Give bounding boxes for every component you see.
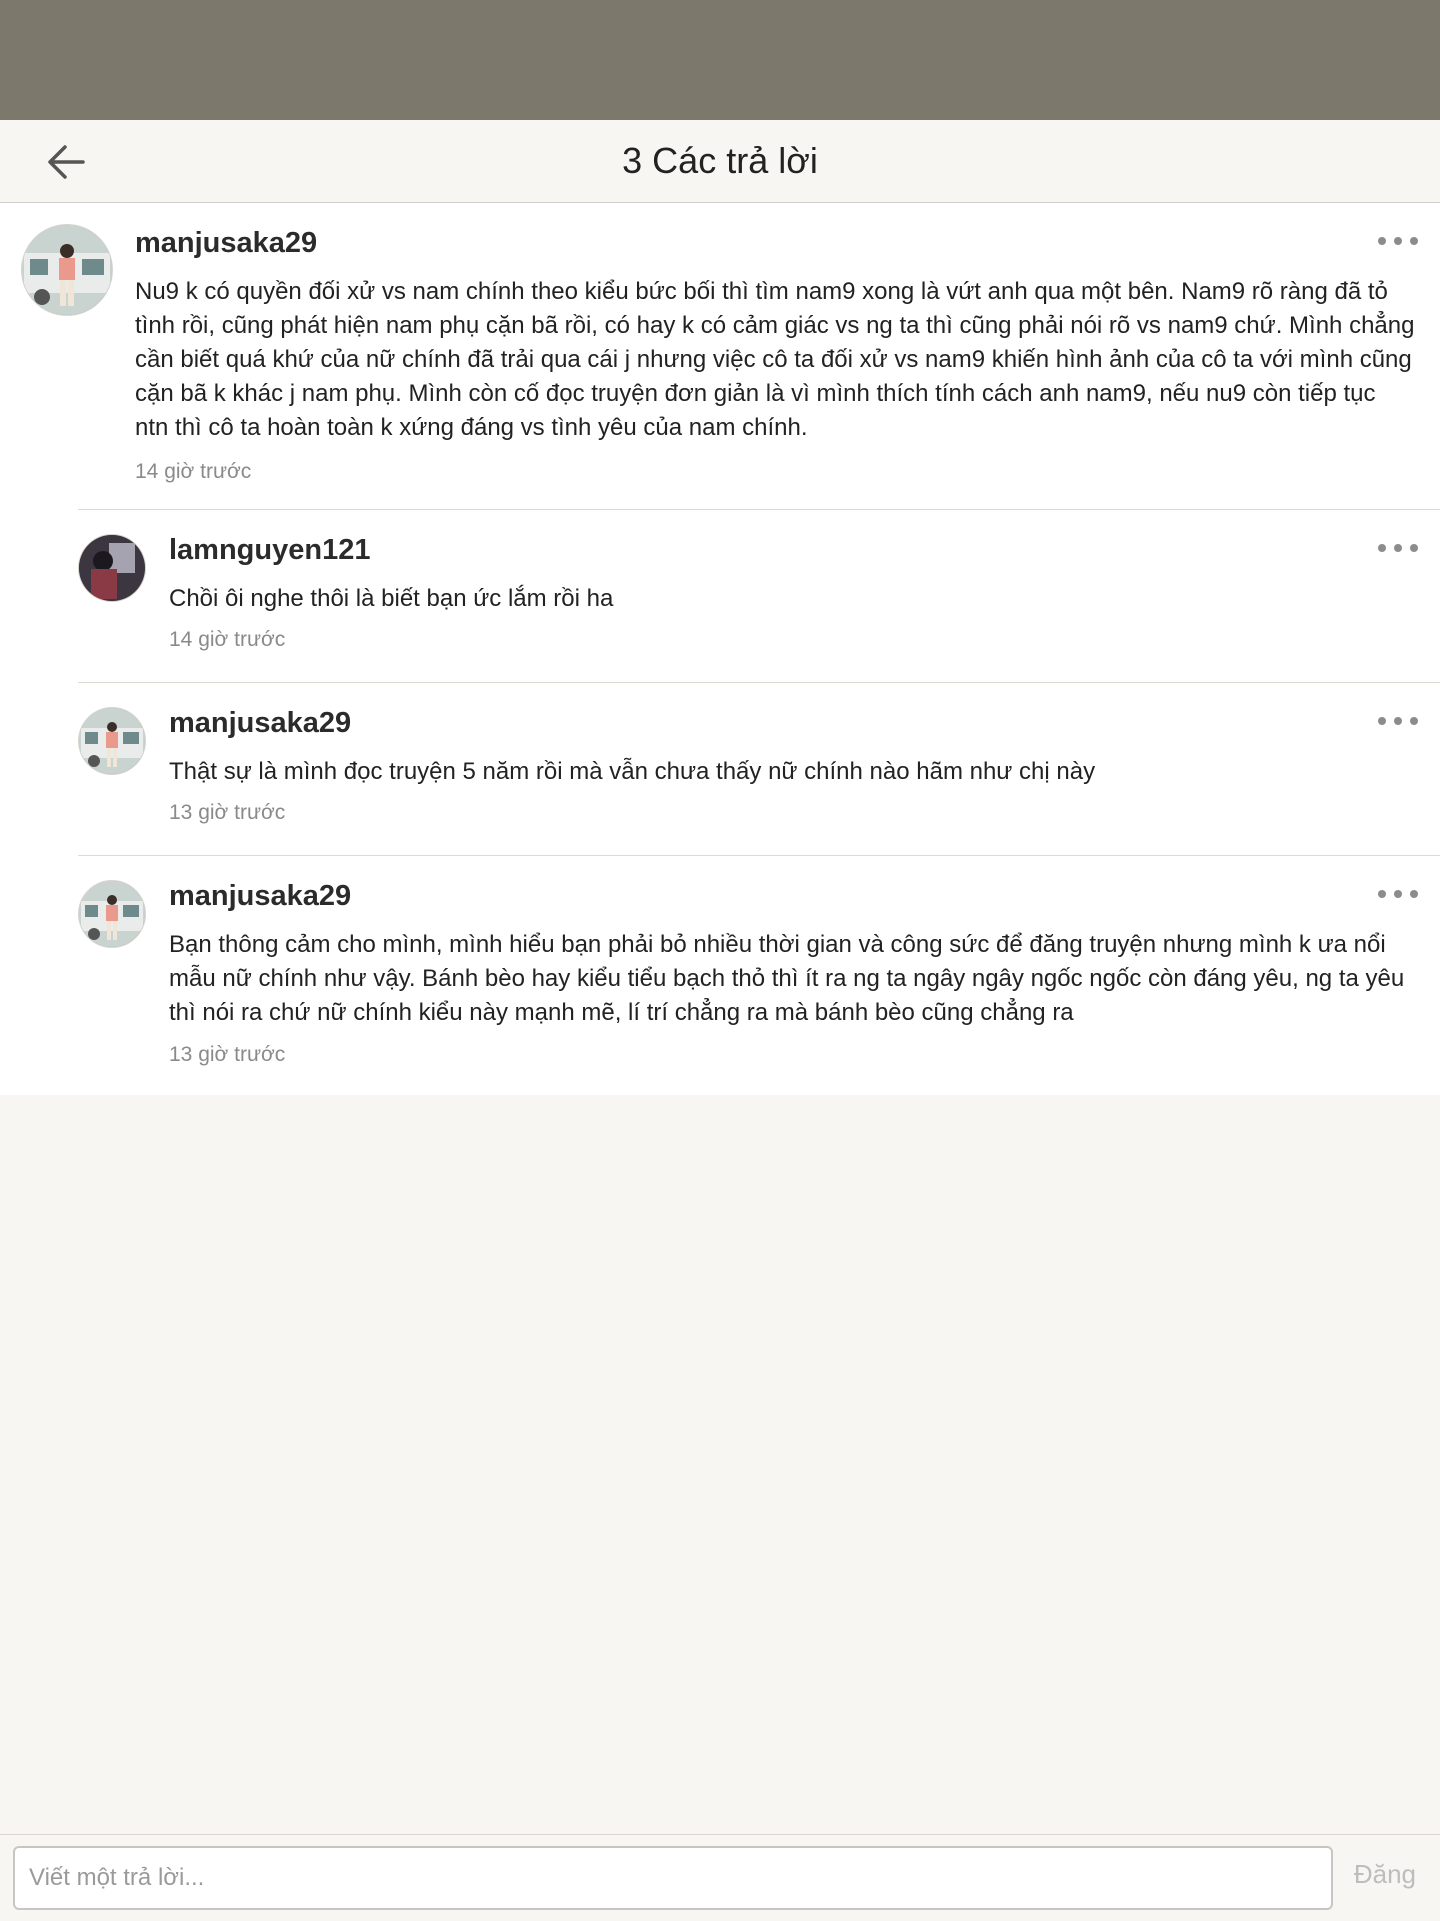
reply-input[interactable]: [13, 1846, 1333, 1910]
comment-timestamp: 13 giờ trước: [169, 801, 286, 824]
post-button[interactable]: Đăng: [1354, 1859, 1416, 1890]
dot: [1410, 237, 1418, 245]
avatar[interactable]: [22, 225, 112, 315]
comment-text: Chồi ôi nghe thôi là biết bạn ức lắm rồi…: [169, 585, 614, 612]
reply-composer: Đăng: [0, 1834, 1440, 1921]
comment-username[interactable]: lamnguyen121: [169, 534, 370, 567]
dot: [1378, 237, 1386, 245]
comment-username[interactable]: manjusaka29: [169, 880, 351, 913]
reply-thread: manjusaka29 Nu9 k có quyền đối xử vs nam…: [0, 203, 1440, 1095]
avatar-photo: [79, 708, 145, 774]
avatar[interactable]: [79, 535, 145, 601]
dot: [1394, 544, 1402, 552]
dot: [1410, 544, 1418, 552]
avatar-photo: [22, 225, 112, 315]
comment-timestamp: 13 giờ trước: [169, 1043, 286, 1066]
page-title: 3 Các trả lời: [622, 140, 818, 181]
more-options-button[interactable]: [1378, 231, 1418, 251]
comment-username[interactable]: manjusaka29: [169, 707, 351, 740]
more-options-button[interactable]: [1378, 538, 1418, 558]
dot: [1394, 890, 1402, 898]
comment-text: Thật sự là mình đọc truyện 5 năm rồi mà …: [169, 758, 1096, 785]
dot: [1394, 717, 1402, 725]
dot: [1410, 717, 1418, 725]
dot: [1378, 890, 1386, 898]
more-options-button[interactable]: [1378, 711, 1418, 731]
comment-item: lamnguyen121 Chồi ôi nghe thôi là biết b…: [0, 510, 1440, 682]
comment-text: Nu9 k có quyền đối xử vs nam chính theo …: [135, 278, 1415, 441]
comment-item: manjusaka29 Bạn thông cảm cho mình, mình…: [0, 856, 1440, 1095]
comment-username[interactable]: manjusaka29: [135, 227, 317, 260]
comment-text: Bạn thông cảm cho mình, mình hiểu bạn ph…: [169, 931, 1405, 1026]
nav-bar: 3 Các trả lời: [0, 120, 1440, 203]
dot: [1394, 237, 1402, 245]
comment-item: manjusaka29 Thật sự là mình đọc truyện 5…: [0, 683, 1440, 855]
status-bar: [0, 0, 1440, 120]
avatar-photo: [79, 535, 145, 601]
dot: [1410, 890, 1418, 898]
dot: [1378, 717, 1386, 725]
avatar-photo: [79, 881, 145, 947]
comment-timestamp: 14 giờ trước: [169, 628, 286, 651]
avatar[interactable]: [79, 881, 145, 947]
comment-item: manjusaka29 Nu9 k có quyền đối xử vs nam…: [0, 203, 1440, 503]
more-options-button[interactable]: [1378, 884, 1418, 904]
dot: [1378, 544, 1386, 552]
comment-timestamp: 14 giờ trước: [135, 460, 252, 483]
avatar[interactable]: [79, 708, 145, 774]
